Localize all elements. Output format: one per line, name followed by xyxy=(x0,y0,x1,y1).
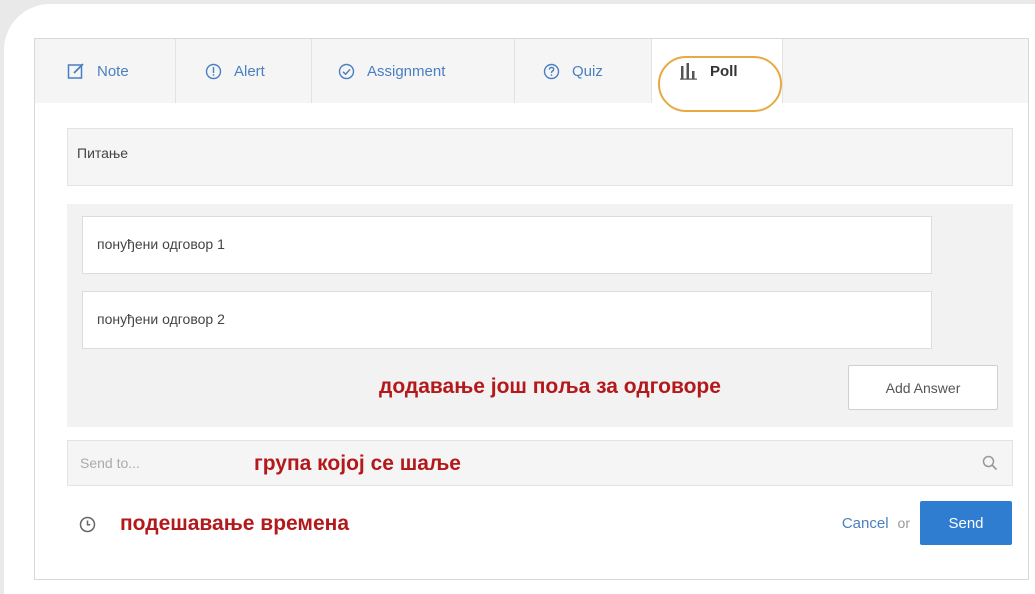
add-answer-button[interactable]: Add Answer xyxy=(848,365,998,410)
or-text: or xyxy=(897,515,910,531)
tab-label: Poll xyxy=(710,62,738,80)
answer-text: понуђени одговор 1 xyxy=(97,236,225,252)
send-to-input[interactable] xyxy=(68,441,960,485)
tab-note[interactable]: Note xyxy=(35,39,176,103)
tab-label: Quiz xyxy=(572,62,603,80)
alert-icon xyxy=(205,63,222,79)
question-text: Питање xyxy=(77,145,129,161)
post-composer: Note Alert Assignment Quiz Poll Питање п… xyxy=(34,38,1029,580)
tab-label: Note xyxy=(97,62,129,80)
annotation-time: подешавање времена xyxy=(120,512,350,535)
edit-icon xyxy=(67,63,84,79)
question-icon xyxy=(543,63,560,79)
send-button[interactable]: Send xyxy=(920,501,1012,545)
question-field[interactable]: Питање xyxy=(67,128,1013,186)
annotation-add-fields: додавање још поља за одговоре xyxy=(379,375,721,398)
tab-poll[interactable]: Poll xyxy=(652,39,783,103)
tab-label: Assignment xyxy=(367,62,446,80)
tab-assignment[interactable]: Assignment xyxy=(312,39,515,103)
answer-field-1[interactable]: понуђени одговор 1 xyxy=(82,216,932,274)
add-answer-label: Add Answer xyxy=(885,379,961,396)
answer-field-2[interactable]: понуђени одговор 2 xyxy=(82,291,932,349)
search-icon[interactable] xyxy=(982,455,998,471)
tab-bar: Note Alert Assignment Quiz Poll xyxy=(35,39,1028,112)
cancel-link[interactable]: Cancel xyxy=(842,515,889,532)
footer-actions: Cancel or Send xyxy=(842,501,1012,545)
annotation-group: група којој се шаље xyxy=(254,452,461,475)
bar-chart-icon xyxy=(680,63,697,80)
tab-quiz[interactable]: Quiz xyxy=(515,39,652,103)
tab-label: Alert xyxy=(234,62,265,80)
check-circle-icon xyxy=(338,63,355,79)
screenshot-frame: Note Alert Assignment Quiz Poll Питање п… xyxy=(4,4,1035,594)
clock-icon[interactable] xyxy=(79,516,96,533)
answers-panel: понуђени одговор 1 понуђени одговор 2 до… xyxy=(67,204,1013,427)
send-to-field: група којој се шаље xyxy=(67,440,1013,486)
answer-text: понуђени одговор 2 xyxy=(97,311,225,327)
tab-alert[interactable]: Alert xyxy=(176,39,312,103)
send-label: Send xyxy=(948,514,984,532)
